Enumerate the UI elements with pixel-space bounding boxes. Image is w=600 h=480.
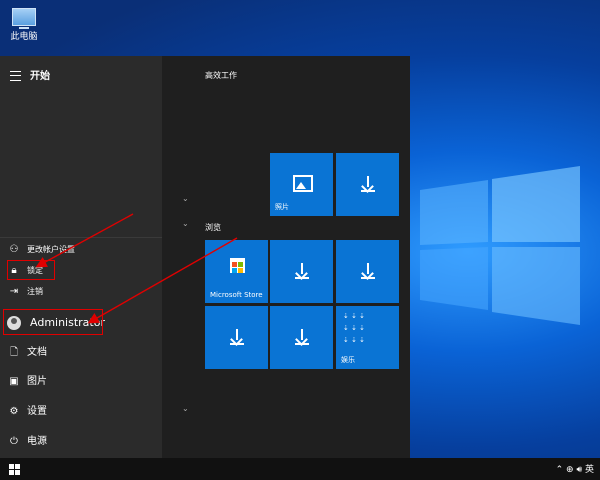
ime-indicator[interactable]: 英 bbox=[585, 465, 594, 475]
annotation-arrows bbox=[35, 213, 238, 324]
network-icon[interactable]: ⊕ bbox=[566, 465, 574, 475]
arrow-to-administrator bbox=[87, 237, 238, 324]
arrow-to-lock bbox=[35, 213, 134, 268]
system-tray: ⌃ ⊕ 🔊︎ 英 bbox=[556, 462, 594, 475]
chevron-up-icon[interactable]: ⌃ bbox=[556, 465, 564, 475]
taskbar: ⌃ ⊕ 🔊︎ 英 bbox=[0, 458, 600, 480]
windows-start-button[interactable] bbox=[9, 464, 20, 475]
volume-icon[interactable]: 🔊︎ bbox=[576, 465, 582, 475]
